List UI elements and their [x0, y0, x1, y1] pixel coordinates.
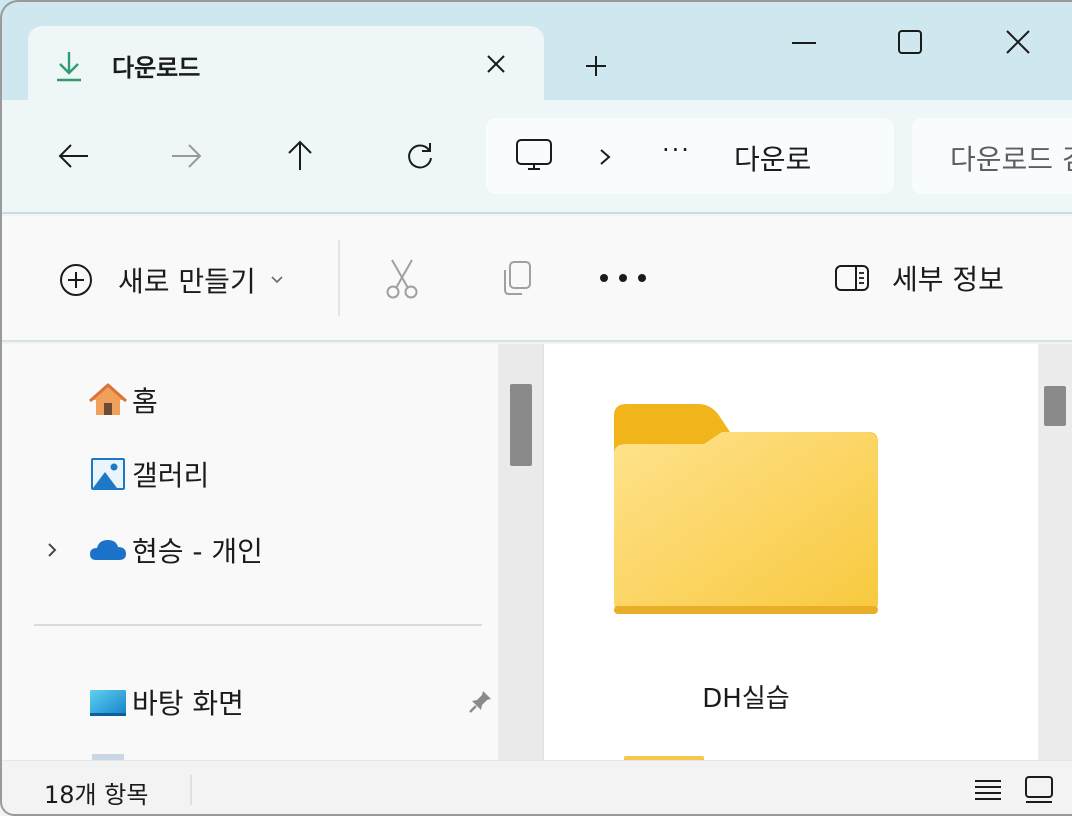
- sidebar-item-label: 바탕 화면: [132, 687, 244, 720]
- folder-name: DH실습: [702, 684, 790, 714]
- folder-icon: [614, 404, 878, 614]
- maximize-button[interactable]: [890, 22, 930, 62]
- sidebar-item-label: 홈: [132, 385, 158, 418]
- tab-downloads[interactable]: 다운로드: [28, 26, 544, 102]
- more-options-icon: [638, 274, 646, 282]
- folder-item[interactable]: DH실습: [608, 398, 884, 718]
- status-bar: 18개 항목: [0, 760, 1072, 816]
- home-icon: [89, 383, 127, 415]
- item-count: 18개 항목: [44, 781, 149, 809]
- sidebar-item-home[interactable]: 홈: [88, 378, 158, 422]
- chevron-down-icon: [271, 276, 283, 284]
- file-list: DH실습: [544, 344, 1072, 760]
- forward-button[interactable]: [164, 134, 208, 178]
- maximize-icon: [898, 30, 922, 54]
- file-explorer-window: 다운로드 ··· 다운로 다운로드 새로 만들기 세부 정보 홈 갤러리 현승 …: [0, 0, 1072, 816]
- new-item-button[interactable]: 새로 만들기: [58, 260, 286, 300]
- onedrive-cloud-icon: [90, 540, 126, 560]
- scissors-icon[interactable]: [382, 256, 422, 300]
- up-button[interactable]: [278, 134, 322, 178]
- desktop-icon: [90, 690, 126, 716]
- copy-icon[interactable]: [496, 256, 536, 300]
- back-button[interactable]: [52, 134, 96, 178]
- details-view-icon[interactable]: [972, 773, 1004, 805]
- title-bar: 다운로드: [0, 0, 1072, 102]
- address-overflow-button[interactable]: ···: [662, 136, 691, 164]
- forward-arrow-icon: [172, 144, 202, 168]
- scrollbar-thumb[interactable]: [1044, 386, 1066, 426]
- plus-circle-icon: [60, 264, 92, 296]
- details-pane-label: 세부 정보: [892, 263, 1004, 296]
- navigation-pane-scrollbar[interactable]: [498, 344, 542, 760]
- content-scrollbar[interactable]: [1038, 344, 1072, 760]
- gallery-icon: [91, 458, 125, 490]
- more-options-button[interactable]: [600, 260, 646, 296]
- sidebar-item-onedrive[interactable]: 현승 - 개인: [88, 528, 263, 572]
- close-icon: [487, 55, 505, 73]
- details-pane-button[interactable]: 세부 정보: [834, 258, 1004, 298]
- this-pc-icon: [516, 139, 552, 170]
- minimize-button[interactable]: [784, 22, 824, 62]
- scrollbar-thumb[interactable]: [510, 384, 532, 466]
- tab-close-button[interactable]: [478, 46, 514, 82]
- navigation-bar: ··· 다운로 다운로드 검색: [0, 100, 1072, 214]
- toolbar-separator: [338, 240, 340, 316]
- address-segment[interactable]: 다운로: [734, 138, 811, 178]
- sidebar-item-label: 갤러리: [132, 459, 210, 492]
- address-bar[interactable]: ··· 다운로: [486, 118, 894, 194]
- navigation-pane: 홈 갤러리 현승 - 개인 바탕 화면: [0, 344, 544, 760]
- search-placeholder: 다운로드 검색: [950, 143, 1072, 176]
- sidebar-divider: [34, 624, 482, 626]
- chevron-right-icon[interactable]: [592, 142, 618, 172]
- up-arrow-icon: [288, 140, 312, 170]
- chevron-right-icon[interactable]: [42, 540, 62, 560]
- status-separator: [190, 775, 192, 805]
- new-item-label: 새로 만들기: [118, 265, 256, 298]
- pin-icon[interactable]: [468, 688, 494, 714]
- refresh-button[interactable]: [398, 134, 442, 178]
- back-arrow-icon: [58, 144, 88, 168]
- large-icons-view-icon[interactable]: [1022, 773, 1056, 805]
- more-options-icon: [619, 274, 627, 282]
- tab-title: 다운로드: [112, 54, 201, 82]
- minimize-icon: [792, 42, 816, 44]
- refresh-icon: [408, 143, 432, 169]
- new-tab-button[interactable]: [576, 46, 616, 86]
- more-options-icon: [600, 274, 608, 282]
- close-window-button[interactable]: [998, 22, 1038, 62]
- command-toolbar: 새로 만들기 세부 정보: [0, 216, 1072, 342]
- sidebar-item-desktop[interactable]: 바탕 화면: [88, 680, 244, 724]
- details-pane-icon: [835, 265, 869, 291]
- plus-icon: [586, 56, 606, 76]
- sidebar-item-gallery[interactable]: 갤러리: [88, 452, 209, 496]
- search-input[interactable]: 다운로드 검색: [912, 118, 1072, 194]
- close-icon: [1006, 30, 1030, 54]
- sidebar-item-label: 현승 - 개인: [132, 535, 263, 568]
- download-arrow-icon: [57, 52, 81, 82]
